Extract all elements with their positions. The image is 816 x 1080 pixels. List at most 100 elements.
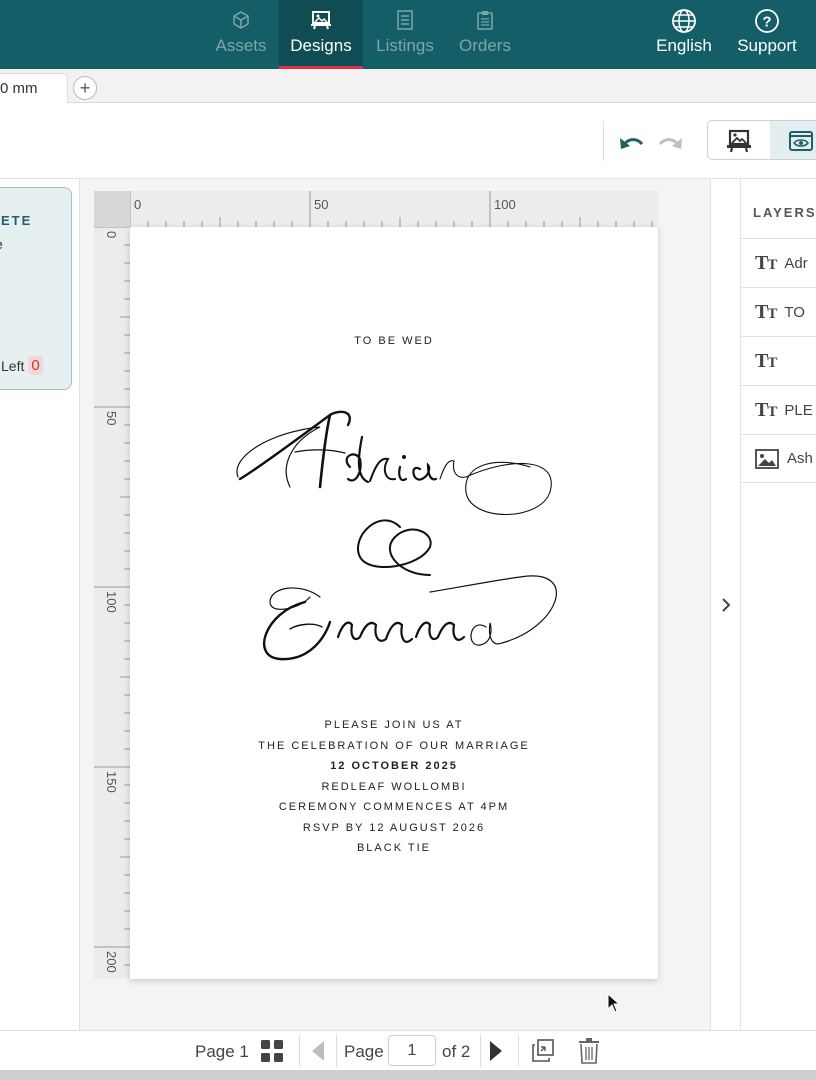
ruler-corner [94,191,130,227]
grid-icon [261,1040,283,1062]
layer-label: PLE [784,401,813,419]
plus-icon: + [79,78,91,98]
toolbar-divider [603,121,604,161]
document-tab[interactable]: 0 mm [0,73,68,103]
language-selector[interactable]: English [650,0,718,69]
undo-button[interactable] [617,129,647,155]
text-layer-icon: TT [755,300,777,323]
nav-tab-label: Orders [459,36,511,55]
divider [336,1035,337,1067]
layer-item[interactable]: TT TO [741,287,816,336]
nav-tab-label: Listings [376,36,434,55]
help-circle-icon: ? [754,8,780,34]
status-card-title: ETE [1,213,33,228]
details-line[interactable]: CEREMONY COMMENCES AT 4PM [130,801,658,813]
layer-label: Ash [787,450,813,467]
status-card[interactable]: ETE e Left 0 [0,187,72,390]
undo-icon [620,138,644,149]
redo-button[interactable] [655,129,685,155]
design-page[interactable]: TO BE WED PLEASE JOIN US AT THE CELEBRAT… [130,227,658,979]
horizontal-ruler: 0 50 100 [129,191,658,227]
text-layer-icon: TT [755,349,777,372]
page-navigation-bar: Page 1 Page 1 of 2 [0,1030,816,1070]
add-tab-button[interactable]: + [73,76,97,100]
ruler-tick-label: 50 [104,411,119,425]
nav-tab-designs[interactable]: Designs [279,0,363,69]
chevron-right-icon [721,597,730,612]
svg-text:?: ? [762,14,771,31]
triangle-right-icon [490,1041,502,1061]
duplicate-page-button[interactable] [531,1039,555,1068]
nav-tab-assets[interactable]: Assets [203,0,279,69]
details-line[interactable]: PLEASE JOIN US AT [130,719,658,731]
duplicate-icon [532,1039,554,1062]
nav-tab-orders[interactable]: Orders [448,0,522,69]
ruler-tick-label: 0 [104,231,119,238]
support-label: Support [737,36,797,55]
design-mode-button[interactable] [708,121,770,159]
page-grid-button[interactable] [260,1039,284,1068]
text-layer-icon: TT [755,251,777,274]
eye-window-icon [789,131,813,151]
page-total-label: of 2 [442,1042,471,1061]
view-mode-toggle [707,120,816,160]
nav-tab-listings[interactable]: Listings [365,0,445,69]
page-number-input[interactable]: 1 [388,1035,436,1066]
next-page-button[interactable] [488,1040,504,1067]
design-board-icon [727,129,751,153]
layer-item[interactable]: TT [741,336,816,385]
cube-icon [231,8,251,32]
image-layer-icon [755,448,779,469]
details-line[interactable]: REDLEAF WOLLOMBI [130,781,658,793]
intro-text[interactable]: TO BE WED [130,335,658,347]
support-link[interactable]: ? Support [730,0,804,69]
details-line[interactable]: RSVP BY 12 AUGUST 2026 [130,822,658,834]
layer-item[interactable]: TT PLE [741,385,816,434]
couple-names-script-image[interactable] [230,397,560,672]
nav-tab-label: Assets [215,36,267,55]
ruler-tick-label: 50 [314,197,328,212]
page-prefix-label: Page [344,1042,384,1061]
layers-panel: LAYERS TT Adr TT TO TT TT PLE Ash [740,179,816,1030]
editor-toolbar [0,103,816,179]
details-line[interactable]: THE CELEBRATION OF OUR MARRIAGE [130,740,658,752]
clipboard-icon [477,8,493,32]
ruler-tick-label: 100 [494,197,516,212]
globe-icon [671,8,697,34]
top-nav: Assets Designs Listings Orders English ?… [0,0,816,69]
design-board-icon [310,8,332,32]
ruler-tick-label: 150 [104,771,119,793]
delete-page-button[interactable] [578,1038,600,1069]
status-card-subtitle: e [0,236,3,252]
nav-tab-label: Designs [290,36,352,55]
document-tab-strip: 0 mm + [0,69,816,103]
divider [299,1035,300,1067]
ruler-tick-label: 0 [134,197,141,212]
panel-collapse-toggle[interactable] [710,179,740,1030]
mouse-cursor-icon [607,992,621,1018]
text-layer-icon: TT [755,398,777,421]
layer-item[interactable]: TT Adr [741,238,816,287]
layer-label: TO [784,303,805,321]
ruler-tick-label: 100 [104,591,119,613]
ruler-tick-label: 200 [104,951,119,973]
list-doc-icon [396,8,414,32]
window-bottom-strip [0,1070,816,1080]
trash-icon [579,1038,599,1064]
language-label: English [656,36,712,55]
layers-title: LAYERS [753,205,816,220]
current-page-label: Page 1 [195,1042,249,1061]
layer-item[interactable]: Ash [741,434,816,483]
left-panel: ETE e Left 0 [0,179,80,1030]
preview-mode-button[interactable] [770,121,816,159]
remaining-count: Left 0 [1,356,43,375]
triangle-left-icon [312,1041,324,1061]
details-line[interactable]: BLACK TIE [130,842,658,854]
details-line[interactable]: 12 OCTOBER 2025 [130,760,658,772]
remaining-label: Left [1,357,25,374]
prev-page-button[interactable] [310,1040,326,1067]
redo-icon [658,138,682,149]
divider [518,1035,519,1067]
divider [480,1035,481,1067]
vertical-ruler: 0 50 100 150 200 [94,226,130,979]
